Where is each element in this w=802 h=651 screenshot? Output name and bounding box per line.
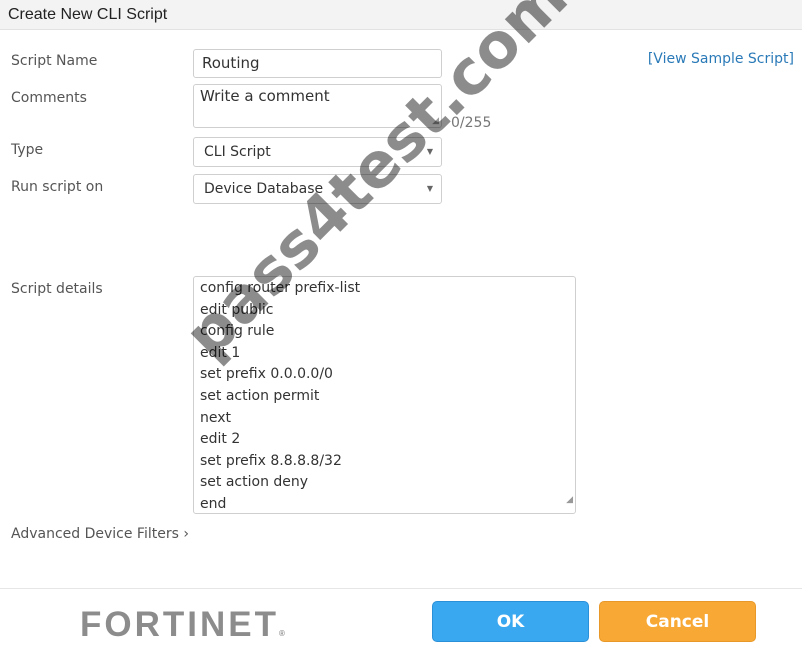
run-on-label: Run script on <box>11 179 104 195</box>
script-line: end <box>200 495 227 512</box>
dialog-titlebar: Create New CLI Script <box>0 0 802 30</box>
resize-grip-icon[interactable]: ◢ <box>566 490 573 512</box>
run-on-value: Device Database <box>204 181 324 197</box>
run-on-select[interactable]: Device Database ▼ <box>193 174 442 204</box>
script-details-label: Script details <box>11 281 103 297</box>
resize-grip-icon[interactable]: ◢ <box>432 116 439 126</box>
script-line: next <box>200 409 232 426</box>
chevron-right-icon: › <box>183 526 189 542</box>
ok-button[interactable]: OK <box>432 601 589 642</box>
caret-down-icon: ▼ <box>426 184 433 193</box>
cancel-button[interactable]: Cancel <box>599 601 756 642</box>
type-select[interactable]: CLI Script ▼ <box>193 137 442 167</box>
script-line: edit 2 <box>200 431 241 448</box>
comments-textarea[interactable]: Write a comment ◢ <box>193 84 442 128</box>
comments-label: Comments <box>11 90 87 106</box>
script-line: edit 1 <box>200 344 241 361</box>
fortinet-logo: FORTINET® <box>80 605 285 644</box>
script-line: set action permit <box>200 387 320 404</box>
script-name-label: Script Name <box>11 53 98 69</box>
view-sample-script-link[interactable]: [View Sample Script] <box>648 51 794 67</box>
script-name-input[interactable]: Routing <box>193 49 442 78</box>
type-value: CLI Script <box>204 144 271 160</box>
type-label: Type <box>11 142 44 158</box>
advanced-device-filters-toggle[interactable]: Advanced Device Filters › <box>11 526 189 542</box>
dialog-title: Create New CLI Script <box>8 6 168 23</box>
script-details-textarea[interactable]: config router prefix-list edit public co… <box>193 276 576 514</box>
script-line: set prefix 8.8.8.8/32 <box>200 452 342 469</box>
script-line: config rule <box>200 323 275 340</box>
script-line: set action deny <box>200 474 309 491</box>
script-line: config router prefix-list <box>200 280 361 296</box>
comment-char-counter: 0/255 <box>451 115 492 131</box>
footer-divider <box>0 588 802 589</box>
caret-down-icon: ▼ <box>426 147 433 156</box>
script-line: set prefix 0.0.0.0/0 <box>200 366 333 383</box>
comments-placeholder: Write a comment <box>200 87 330 105</box>
script-line: edit public <box>200 301 274 318</box>
advanced-label: Advanced Device Filters <box>11 526 179 542</box>
